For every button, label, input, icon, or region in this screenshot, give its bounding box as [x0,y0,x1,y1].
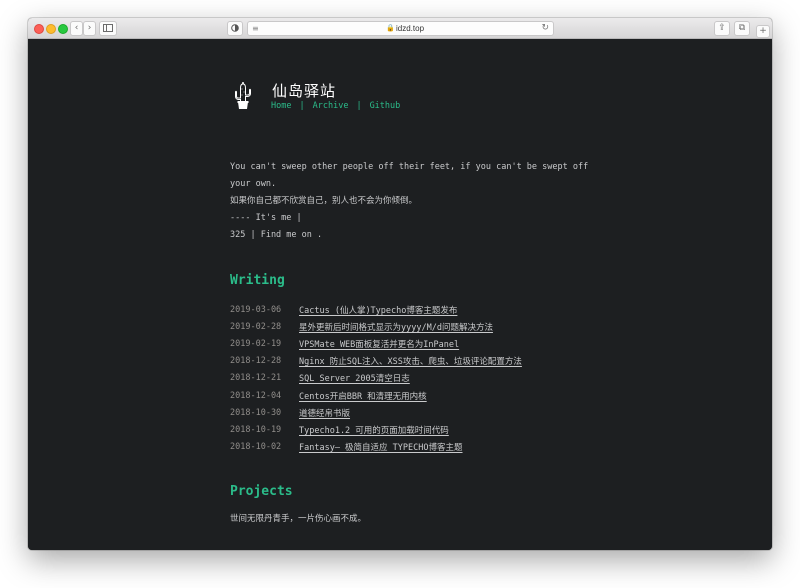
list-item: 2018-12-04 Centos开启BBR 和清理无用内核 [230,387,522,404]
nav-github-link[interactable]: Github [370,101,401,111]
chevron-right-icon: › [87,23,92,33]
nav-home-link[interactable]: Home [271,101,291,111]
intro-section: You can't sweep other people off their f… [230,159,590,244]
list-item: 2019-02-28 星外更新后时间格式显示为yyyy/M/d问题解决方法 [230,318,522,335]
intro-signature: ---- It's me | [230,213,302,223]
new-tab-button[interactable]: + [756,25,770,38]
nav-separator: | [299,101,305,111]
projects-text: 世间无限丹青手，一片伤心画不成。 [230,514,367,524]
sidebar-button[interactable] [99,21,117,36]
site-nav: Home | Archive | Github [271,101,400,111]
url-text: idzd.top [396,24,425,33]
post-link[interactable]: VPSMate WEB面板复活并更名为InPanel [299,338,459,350]
list-item: 2019-03-06 Cactus (仙人掌)Typecho博客主题发布 [230,301,522,318]
post-link[interactable]: Fantasy— 极简自适应 TYPECHO博客主题 [299,441,463,453]
post-date: 2019-03-06 [230,304,282,315]
forward-button[interactable]: › [83,21,96,36]
list-item: 2018-12-21 SQL Server 2005清空日志 [230,370,522,387]
post-date: 2019-02-19 [230,338,282,349]
browser-window: ‹ › ≡ 🔒 idzd.top ↻ ⇪ ⧉ + 仙岛驿站 Home | Arc… [28,18,772,550]
projects-heading: Projects [230,484,293,499]
post-date: 2019-02-28 [230,321,282,332]
reader-icon[interactable]: ≡ [252,22,259,35]
share-icon: ⇪ [718,23,726,33]
post-date: 2018-12-21 [230,373,282,384]
browser-toolbar: ‹ › ≡ 🔒 idzd.top ↻ ⇪ ⧉ + [28,18,772,39]
privacy-report-button[interactable] [227,21,243,36]
zoom-window-button[interactable] [58,24,68,34]
post-link[interactable]: Cactus (仙人掌)Typecho博客主题发布 [299,304,457,316]
post-date: 2018-10-19 [230,424,282,435]
minimize-window-button[interactable] [46,24,56,34]
post-date: 2018-10-30 [230,407,282,418]
list-item: 2018-10-02 Fantasy— 极简自适应 TYPECHO博客主题 [230,439,522,456]
lock-icon: 🔒 [386,24,395,32]
plus-icon: + [759,26,767,36]
reload-icon[interactable]: ↻ [541,22,549,35]
share-button[interactable]: ⇪ [714,21,730,36]
address-bar[interactable]: ≡ 🔒 idzd.top ↻ [247,21,554,36]
list-item: 2019-02-19 VPSMate WEB面板复活并更名为InPanel [230,335,522,352]
site-title[interactable]: 仙岛驿站 [272,80,336,101]
post-link[interactable]: Centos开启BBR 和清理无用内核 [299,390,427,402]
post-date: 2018-10-02 [230,442,282,453]
post-list: 2019-03-06 Cactus (仙人掌)Typecho博客主题发布 201… [230,301,522,456]
chevron-left-icon: ‹ [74,23,79,33]
list-item: 2018-10-30 道德经帛书版 [230,404,522,421]
post-link[interactable]: SQL Server 2005清空日志 [299,372,410,384]
post-link[interactable]: 道德经帛书版 [299,407,350,419]
intro-quote-zh: 如果你自己都不欣赏自己，别人也不会为你倾倒。 [230,196,418,206]
intro-find-me: 325 | Find me on . [230,230,323,240]
back-button[interactable]: ‹ [70,21,83,36]
list-item: 2018-12-28 Nginx 防止SQL注入、XSS攻击、爬虫、垃圾评论配置… [230,353,522,370]
cactus-logo-icon [235,82,251,109]
close-window-button[interactable] [34,24,44,34]
nav-separator: | [356,101,362,111]
page-content: 仙岛驿站 Home | Archive | Github You can't s… [28,39,772,550]
post-date: 2018-12-04 [230,390,282,401]
intro-quote-en: You can't sweep other people off their f… [230,162,589,189]
tabs-button[interactable]: ⧉ [734,21,750,36]
post-link[interactable]: Typecho1.2 可用的页面加载时间代码 [299,424,449,436]
writing-heading: Writing [230,273,285,288]
post-date: 2018-12-28 [230,356,282,367]
sidebar-icon [103,24,113,32]
nav-archive-link[interactable]: Archive [313,101,349,111]
shield-icon [231,24,239,32]
post-link[interactable]: Nginx 防止SQL注入、XSS攻击、爬虫、垃圾评论配置方法 [299,355,522,367]
tabs-icon: ⧉ [738,23,746,33]
post-link[interactable]: 星外更新后时间格式显示为yyyy/M/d问题解决方法 [299,321,493,333]
list-item: 2018-10-19 Typecho1.2 可用的页面加载时间代码 [230,421,522,438]
